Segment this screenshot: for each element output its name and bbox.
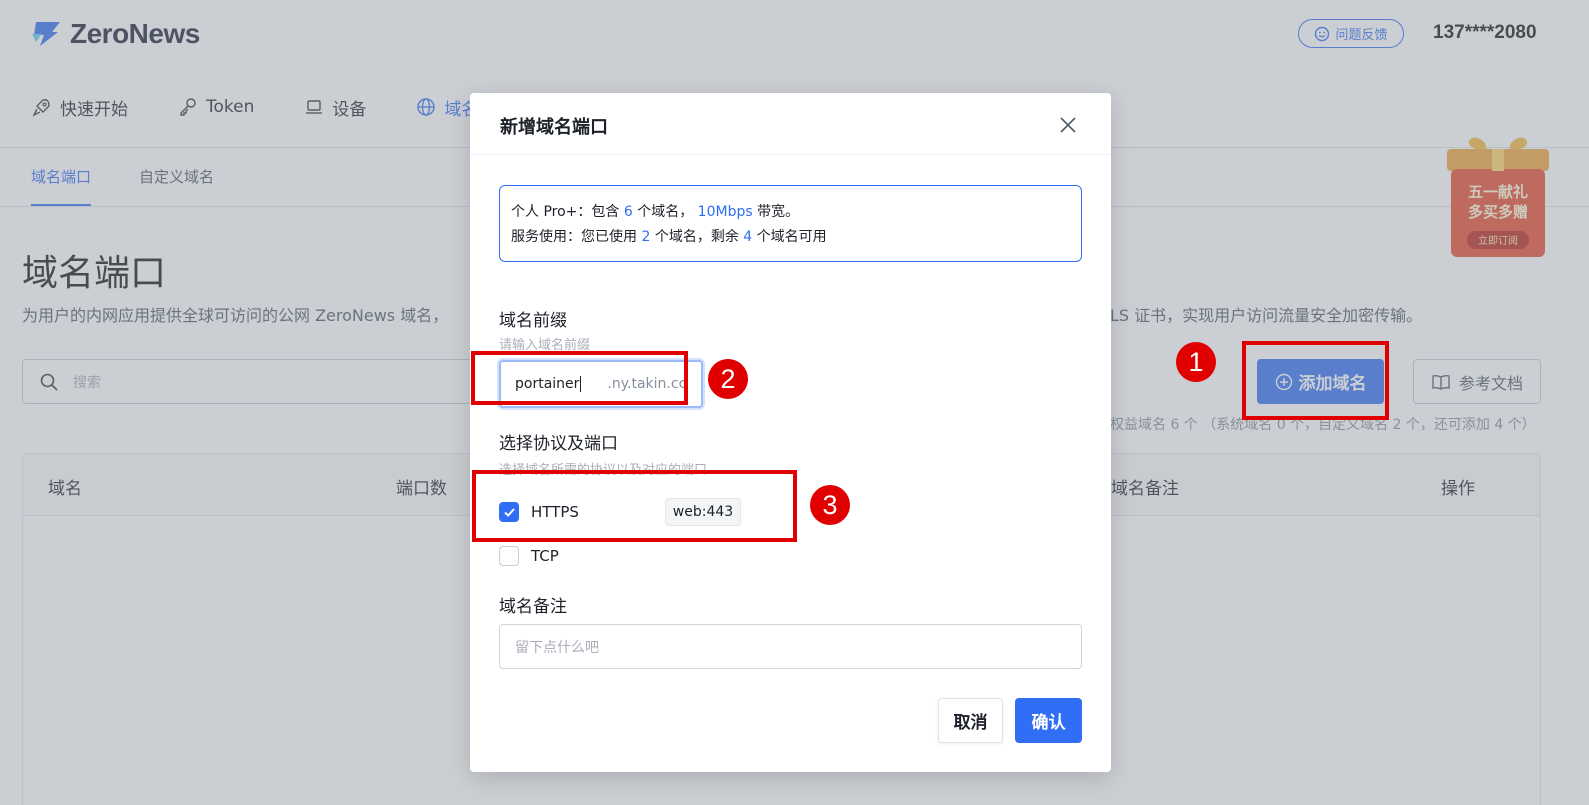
annotation-marker-1: 1 [1176,342,1216,382]
confirm-button[interactable]: 确认 [1015,698,1082,743]
info-text: 个域名，剩余 [650,229,744,245]
note-placeholder: 留下点什么吧 [515,639,599,656]
protocol-label: 选择协议及端口 [499,434,618,454]
annotation-box-add-domain [1242,341,1389,420]
note-label: 域名备注 [499,597,567,617]
tcp-label[interactable]: TCP [531,547,559,565]
info-text: 个人 Pro+：包含 [511,204,624,220]
dialog-title: 新增域名端口 [500,117,608,138]
note-input[interactable]: 留下点什么吧 [499,624,1082,669]
domain-quota-count: 6 [623,204,633,220]
annotation-box-prefix [471,351,688,405]
annotation-marker-2: 2 [708,359,748,399]
remaining-count: 4 [743,229,753,245]
plan-info-box: 个人 Pro+：包含 6 个域名， 10Mbps 带宽。 服务使用：您已使用 2… [499,185,1082,262]
plan-info-line2: 服务使用：您已使用 2 个域名，剩余 4 个域名可用 [511,225,1081,250]
info-text: 个域名， [632,204,698,220]
page-background: ZeroNews 问题反馈 137****2080 快速开始 Token 设备 … [0,0,1589,805]
annotation-marker-3: 3 [810,485,850,525]
close-icon[interactable] [1058,115,1078,135]
annotation-box-https [472,470,797,542]
bandwidth-value: 10Mbps [697,204,753,220]
prefix-label: 域名前缀 [499,311,567,331]
info-text: 带宽。 [752,204,800,220]
info-text: 服务使用：您已使用 [511,229,642,245]
tcp-checkbox[interactable] [499,546,519,566]
dialog-header: 新增域名端口 [470,93,1111,155]
plan-info-line1: 个人 Pro+：包含 6 个域名， 10Mbps 带宽。 [511,200,1081,225]
info-text: 个域名可用 [752,229,827,245]
cancel-button[interactable]: 取消 [938,698,1003,743]
